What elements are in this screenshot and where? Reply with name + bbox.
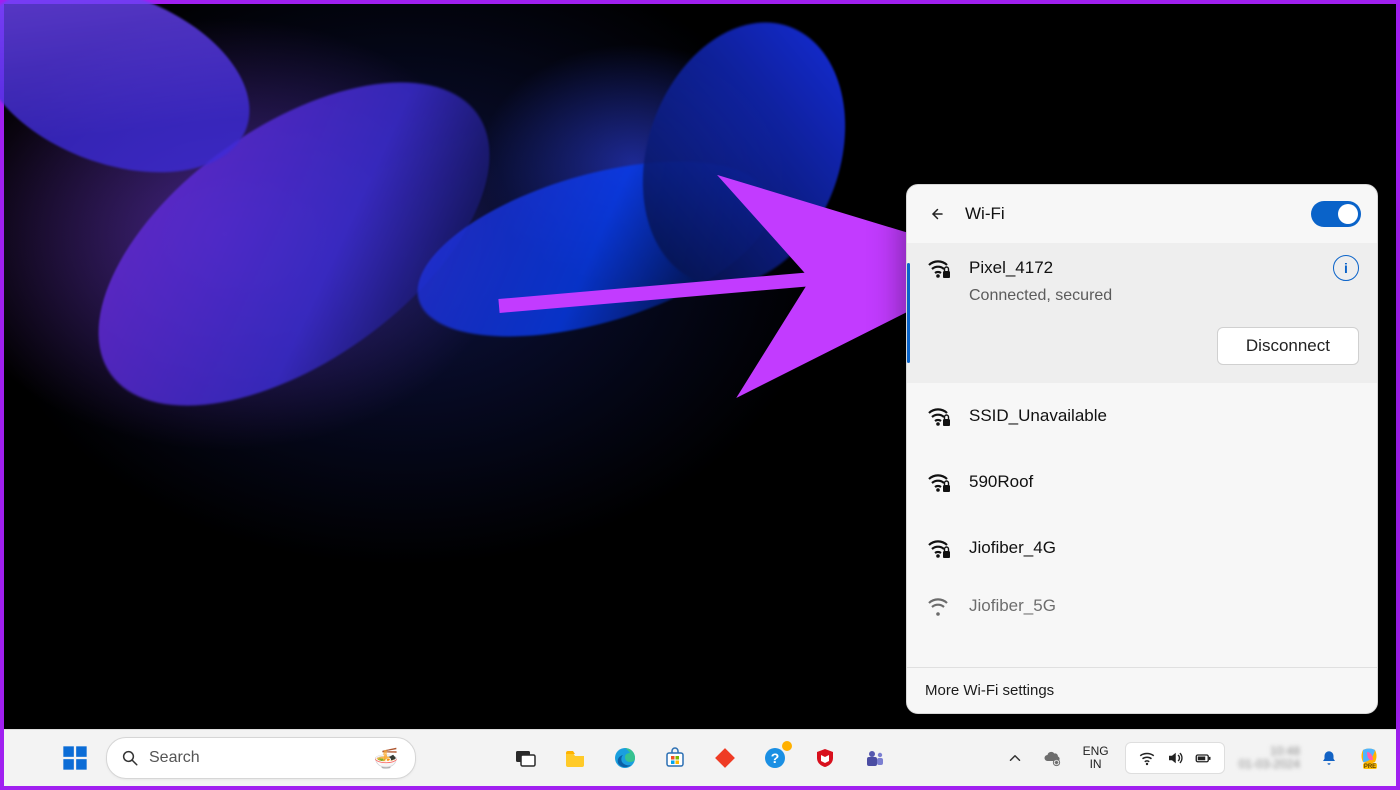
back-button[interactable] [919, 197, 953, 231]
taskbar-search[interactable]: Search 🍜 [106, 737, 416, 779]
microsoft-store-button[interactable] [654, 737, 696, 779]
search-highlight-icon: 🍜 [371, 743, 401, 773]
svg-text:PRE: PRE [1364, 764, 1376, 770]
file-explorer-button[interactable] [554, 737, 596, 779]
volume-icon [1166, 749, 1184, 767]
wifi-secured-icon [925, 405, 951, 427]
diamond-icon [713, 746, 737, 770]
language-region: IN [1090, 758, 1102, 771]
svg-text:?: ? [771, 750, 780, 766]
tray-overflow-button[interactable] [1001, 737, 1029, 779]
taskbar-system-tray: ENG IN 10:48 01-03-2024 PRE [1001, 737, 1386, 779]
notifications-button[interactable] [1314, 737, 1344, 779]
search-icon [121, 749, 139, 767]
taskbar-pinned-apps: ? [504, 737, 896, 779]
wifi-network-status: Connected, secured [969, 287, 1359, 305]
wifi-title: Wi-Fi [965, 204, 1299, 224]
bell-icon [1320, 749, 1338, 767]
search-placeholder: Search [149, 749, 361, 767]
network-list: Pixel_4172 i Connected, secured Disconne… [907, 243, 1377, 667]
wifi-network-item[interactable]: Jiofiber_4G [907, 515, 1377, 581]
start-button[interactable] [54, 737, 96, 779]
wifi-network-name: SSID_Unavailable [969, 406, 1107, 426]
wifi-secured-icon [925, 595, 951, 617]
taskbar: Search 🍜 ? [4, 729, 1396, 786]
wifi-network-name: 590Roof [969, 472, 1033, 492]
wifi-network-connected[interactable]: Pixel_4172 i Connected, secured Disconne… [907, 243, 1377, 383]
onedrive-icon [1043, 749, 1061, 767]
wifi-toggle[interactable] [1311, 201, 1361, 227]
taskbar-clock[interactable]: 10:48 01-03-2024 [1233, 745, 1306, 771]
wifi-icon [1138, 749, 1156, 767]
wifi-network-item[interactable]: SSID_Unavailable [907, 383, 1377, 449]
task-view-button[interactable] [504, 737, 546, 779]
language-indicator[interactable]: ENG IN [1075, 745, 1117, 771]
edge-browser-button[interactable] [604, 737, 646, 779]
wifi-secured-icon [925, 471, 951, 493]
disconnect-button[interactable]: Disconnect [1217, 327, 1359, 365]
network-properties-button[interactable]: i [1333, 255, 1359, 281]
wifi-secured-icon [925, 257, 951, 279]
teams-button[interactable] [854, 737, 896, 779]
toggle-knob [1338, 204, 1358, 224]
more-wifi-settings-link[interactable]: More Wi-Fi settings [907, 667, 1377, 713]
task-view-icon [513, 746, 537, 770]
copilot-icon: PRE [1357, 746, 1381, 770]
wifi-network-name: Jiofiber_5G [969, 596, 1056, 616]
mcafee-shield-icon [813, 746, 837, 770]
copilot-button[interactable]: PRE [1352, 737, 1386, 779]
pinned-app-button[interactable] [704, 737, 746, 779]
mcafee-button[interactable] [804, 737, 846, 779]
battery-icon [1194, 749, 1212, 767]
get-help-button[interactable]: ? [754, 737, 796, 779]
arrow-left-icon [927, 205, 945, 223]
wifi-network-name: Pixel_4172 [969, 258, 1053, 278]
store-icon [663, 746, 687, 770]
wifi-network-item-partial[interactable]: Jiofiber_5G [907, 581, 1377, 617]
quick-settings-button[interactable] [1125, 742, 1225, 774]
notification-dot-icon [782, 741, 792, 751]
windows-logo-icon [61, 744, 89, 772]
folder-icon [563, 746, 587, 770]
wifi-network-item[interactable]: 590Roof [907, 449, 1377, 515]
teams-icon [863, 746, 887, 770]
chevron-up-icon [1006, 749, 1024, 767]
wifi-network-name: Jiofiber_4G [969, 538, 1056, 558]
edge-icon [613, 746, 637, 770]
wifi-secured-icon [925, 537, 951, 559]
wifi-flyout-header: Wi-Fi [907, 185, 1377, 243]
clock-date: 01-03-2024 [1239, 758, 1300, 771]
wifi-flyout-panel: Wi-Fi Pixel_4172 i Connected, secured Di… [906, 184, 1378, 714]
onedrive-tray-button[interactable] [1037, 737, 1067, 779]
